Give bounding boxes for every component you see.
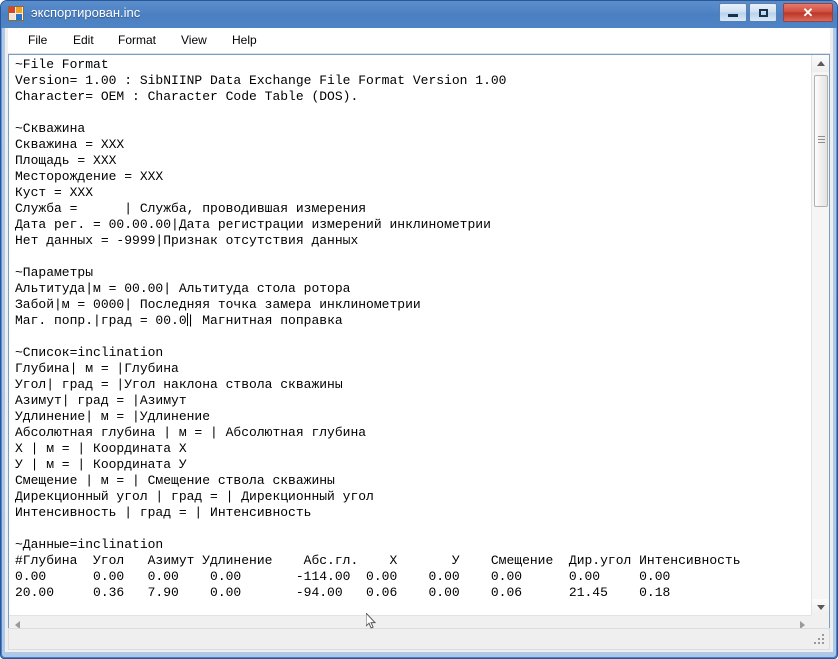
menu-item-file[interactable]: File	[22, 32, 53, 52]
client-area: File Edit Format View Help ~File Format …	[5, 28, 833, 652]
notepad-document-icon	[8, 6, 25, 22]
menu-item-format[interactable]: Format	[112, 32, 162, 52]
close-button[interactable]: ✕	[783, 3, 833, 22]
menu-item-view[interactable]: View	[175, 32, 213, 52]
scroll-down-button[interactable]	[812, 599, 829, 616]
application-window: экспортирован.inc ✕ File Edit Format Vie…	[0, 0, 838, 659]
title-bar[interactable]: экспортирован.inc ✕	[1, 1, 837, 28]
text-editor[interactable]: ~File Format Version= 1.00 : SibNIINP Da…	[9, 55, 811, 616]
scroll-up-button[interactable]	[812, 55, 829, 72]
restore-icon	[750, 4, 776, 21]
menu-item-help[interactable]: Help	[226, 32, 263, 52]
vertical-scrollbar-thumb[interactable]	[814, 75, 828, 207]
scrollbar-grip-icon	[818, 136, 825, 143]
chevron-down-icon	[816, 605, 825, 610]
chevron-up-icon	[816, 61, 825, 66]
window-title: экспортирован.inc	[31, 5, 141, 20]
minimize-button[interactable]	[719, 3, 747, 22]
maximize-restore-button[interactable]	[749, 3, 777, 22]
status-bar	[8, 628, 830, 650]
menu-item-edit[interactable]: Edit	[67, 32, 100, 52]
document-text: ~File Format Version= 1.00 : SibNIINP Da…	[15, 57, 811, 601]
document-text-after-caret: | Магнитная поправка ~Список=inclination…	[15, 313, 741, 600]
resize-grip-icon[interactable]	[813, 633, 826, 646]
text-editor-frame: ~File Format Version= 1.00 : SibNIINP Da…	[8, 54, 830, 634]
close-icon: ✕	[802, 4, 814, 20]
vertical-scrollbar[interactable]	[811, 55, 829, 616]
minimize-icon	[720, 4, 746, 21]
menu-bar: File Edit Format View Help	[8, 28, 830, 54]
document-text-before-caret: ~File Format Version= 1.00 : SibNIINP Da…	[15, 57, 507, 328]
